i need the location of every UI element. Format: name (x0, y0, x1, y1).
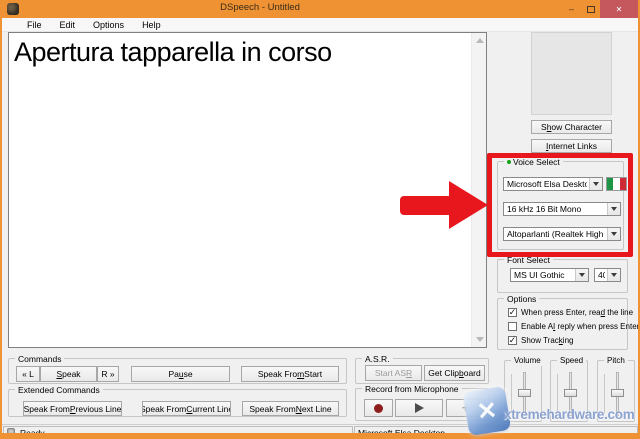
menu-file[interactable]: File (18, 18, 51, 31)
volume-slider-thumb[interactable] (518, 389, 531, 397)
speak-right-button[interactable]: R » (97, 366, 119, 382)
speak-from-start-button[interactable]: Speak From Start (241, 366, 339, 382)
voice-select-label: Voice Select (504, 157, 563, 167)
window-title: DSpeech - Untitled (220, 2, 300, 13)
app-icon (7, 3, 19, 15)
voice-combo[interactable]: Microsoft Elsa Desktop (503, 177, 603, 191)
chevron-down-icon[interactable] (607, 269, 620, 281)
minimize-button[interactable]: – (562, 0, 581, 18)
status-ready-panel: Ready (3, 426, 353, 433)
speak-left-button[interactable]: « L (16, 366, 40, 382)
commands-label: Commands (15, 354, 64, 364)
pause-button[interactable]: Pause (131, 366, 230, 382)
checkbox-icon[interactable] (508, 322, 517, 331)
menu-help[interactable]: Help (133, 18, 170, 31)
record-label: Record from Microphone (362, 384, 462, 394)
character-display (531, 32, 612, 115)
checkbox-icon[interactable] (508, 308, 517, 317)
scroll-down-icon[interactable] (476, 337, 484, 342)
chevron-down-icon[interactable] (575, 269, 588, 281)
window-controls: – ✕ (562, 0, 638, 18)
titlebar: DSpeech - Untitled – ✕ (0, 0, 640, 18)
pitch-label: Pitch (604, 356, 628, 366)
font-select-label: Font Select (504, 255, 553, 265)
italian-flag-icon (606, 177, 627, 191)
checkbox-ai-reply[interactable]: Enable AI reply when press Enter (508, 321, 639, 332)
font-name-combo[interactable]: MS UI Gothic (510, 268, 589, 282)
chevron-down-icon[interactable] (607, 203, 620, 215)
watermark-text: xtremehardware.com (504, 407, 634, 422)
show-character-button[interactable]: Show Character (531, 120, 612, 134)
pitch-slider-thumb[interactable] (611, 389, 624, 397)
font-size-combo[interactable]: 40 (594, 268, 621, 282)
highlight-arrow (400, 196, 452, 215)
maximize-button[interactable] (581, 0, 600, 18)
extended-commands-label: Extended Commands (15, 385, 103, 395)
speak-button[interactable]: Speak (40, 366, 97, 382)
chevron-down-icon[interactable] (589, 178, 602, 190)
green-dot-icon (507, 160, 511, 164)
internet-links-button[interactable]: Internet Links (531, 139, 612, 153)
start-asr-button[interactable]: Start ASR (365, 365, 422, 381)
volume-label: Volume (511, 356, 544, 366)
record-button[interactable] (364, 399, 393, 417)
speed-slider-thumb[interactable] (564, 389, 577, 397)
checkbox-show-tracking[interactable]: Show Tracking (508, 335, 573, 346)
checkbox-icon[interactable] (508, 336, 517, 345)
play-button[interactable] (395, 399, 443, 417)
speak-previous-line-button[interactable]: Speak From Previous Line (23, 401, 122, 416)
chevron-down-icon[interactable] (607, 228, 620, 240)
maximize-icon (587, 6, 595, 13)
speak-next-line-button[interactable]: Speak From Next Line (242, 401, 339, 416)
scroll-up-icon[interactable] (476, 38, 484, 43)
options-label: Options (504, 294, 539, 304)
speak-current-line-button[interactable]: Speak From Current Line (142, 401, 231, 416)
window-border-left (0, 0, 2, 439)
highlight-arrow-head (449, 181, 488, 229)
window-border-bottom (0, 433, 640, 439)
editor-text: Apertura tapparella in corso (14, 34, 332, 70)
menu-options[interactable]: Options (84, 18, 133, 31)
asr-label: A.S.R. (362, 354, 393, 364)
menubar: File Edit Options Help (2, 18, 638, 32)
play-icon (415, 403, 424, 413)
audio-format-combo[interactable]: 16 kHz 16 Bit Mono (503, 202, 621, 216)
menu-edit[interactable]: Edit (51, 18, 85, 31)
get-clipboard-button[interactable]: Get Clipboard (424, 365, 485, 381)
options-group: Options When press Enter, read the line … (497, 298, 628, 350)
statusbar: Ready Microsoft Elsa Desktop (2, 424, 638, 433)
output-device-combo[interactable]: Altoparlanti (Realtek High Definition (503, 227, 621, 241)
text-editor[interactable]: Apertura tapparella in corso (8, 32, 487, 348)
record-icon (374, 404, 383, 413)
checkbox-read-line[interactable]: When press Enter, read the line (508, 307, 633, 318)
speed-label: Speed (557, 356, 586, 366)
close-button[interactable]: ✕ (600, 0, 638, 18)
